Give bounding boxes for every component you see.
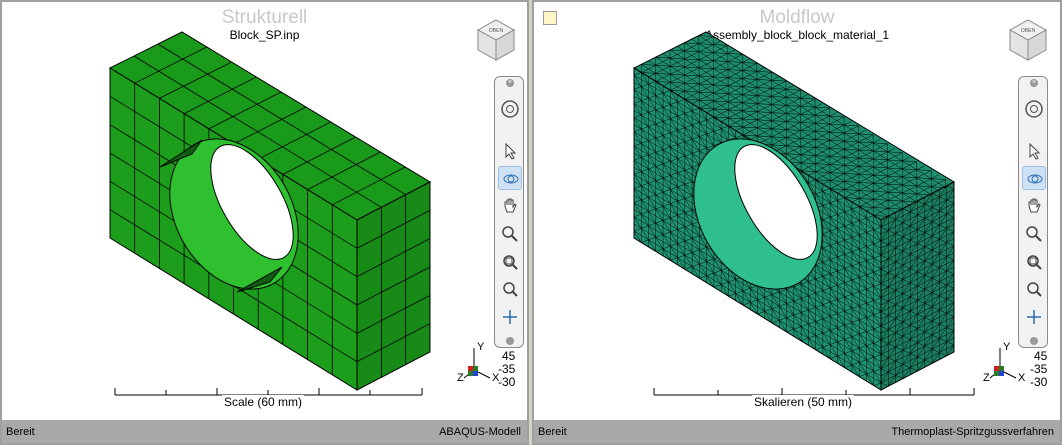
axis-z-label: Z <box>457 372 464 384</box>
axis-z-label: Z <box>983 372 990 384</box>
center-icon[interactable] <box>498 305 522 329</box>
select-icon[interactable] <box>498 139 522 163</box>
center-icon[interactable] <box>1022 305 1046 329</box>
zoom-icon[interactable] <box>1022 222 1046 246</box>
svg-text:OBEN: OBEN <box>489 28 504 34</box>
pan-icon[interactable] <box>498 194 522 218</box>
select-icon[interactable] <box>1022 139 1046 163</box>
navigation-bar[interactable]: × <box>1018 76 1048 348</box>
expand-icon[interactable] <box>506 337 514 345</box>
viewcube-icon[interactable]: OBEN <box>1004 12 1052 64</box>
structural-viewport[interactable]: Strukturell Block_SP.inp Scale (60 mm) Y… <box>0 0 529 445</box>
axis-y-label: Y <box>1003 341 1011 353</box>
structural-mesh-model[interactable] <box>2 2 527 443</box>
zoom-extents-icon[interactable] <box>498 277 522 301</box>
view-angles: 45 -35 -30 <box>498 350 515 389</box>
svg-text:OBEN: OBEN <box>1021 28 1036 34</box>
steeringwheel-icon[interactable] <box>1022 97 1046 121</box>
moldflow-mesh-model[interactable] <box>534 2 1060 443</box>
status-text: Bereit <box>6 426 35 438</box>
angle-value: -30 <box>1030 375 1048 389</box>
zoom-window-icon[interactable] <box>498 250 522 274</box>
close-icon[interactable]: × <box>1030 79 1038 87</box>
navigation-bar[interactable]: × <box>494 76 524 348</box>
scale-label: Skalieren (50 mm) <box>752 395 855 409</box>
model-type: ABAQUS-Modell <box>439 426 521 438</box>
status-bar: Bereit Thermoplast-Spritzgussverfahren <box>534 420 1060 443</box>
axis-x-label: X <box>1018 372 1026 384</box>
orbit-icon[interactable] <box>498 166 522 190</box>
pan-icon[interactable] <box>1022 194 1046 218</box>
steeringwheel-icon[interactable] <box>498 97 522 121</box>
status-bar: Bereit ABAQUS-Modell <box>2 420 527 443</box>
axis-y-label: Y <box>477 341 485 353</box>
zoom-extents-icon[interactable] <box>1022 277 1046 301</box>
zoom-window-icon[interactable] <box>1022 250 1046 274</box>
orbit-icon[interactable] <box>1022 166 1046 190</box>
model-type: Thermoplast-Spritzgussverfahren <box>891 426 1054 438</box>
scale-label: Scale (60 mm) <box>222 395 305 409</box>
scale-bar <box>653 388 975 396</box>
view-angles: 45 -35 -30 <box>1030 350 1047 389</box>
moldflow-viewport[interactable]: Moldflow Assembly_block_block_material_1… <box>532 0 1062 445</box>
angle-value: -30 <box>498 375 516 389</box>
viewcube-icon[interactable]: OBEN <box>472 12 520 64</box>
zoom-icon[interactable] <box>498 222 522 246</box>
close-icon[interactable]: × <box>506 79 514 87</box>
expand-icon[interactable] <box>1030 337 1038 345</box>
status-text: Bereit <box>538 426 567 438</box>
scale-bar <box>114 388 423 396</box>
